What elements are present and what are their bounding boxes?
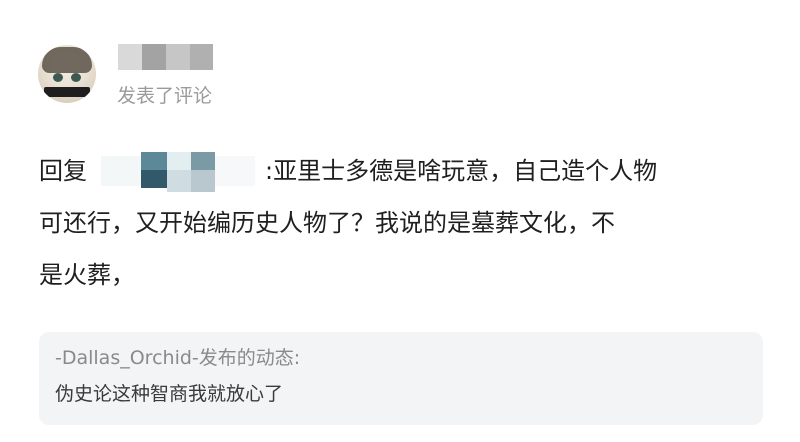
comment-card: 发表了评论 回复 :亚里士多德是啥玩意，自己造个人物 可还行，又开始编历史人物了… bbox=[0, 0, 800, 442]
mention-mosaic[interactable] bbox=[101, 152, 263, 192]
reply-content: 回复 :亚里士多德是啥玩意，自己造个人物 可还行，又开始编历史人物了？我说的是墓… bbox=[39, 145, 759, 301]
username-mosaic[interactable] bbox=[118, 44, 213, 70]
reply-line: 回复 :亚里士多德是啥玩意，自己造个人物 bbox=[39, 145, 759, 197]
action-text: 发表了评论 bbox=[117, 85, 213, 107]
reply-line: 是火葬， bbox=[39, 261, 135, 289]
quoted-post-source[interactable]: -Dallas_Orchid-发布的动态: bbox=[55, 344, 300, 372]
avatar[interactable] bbox=[38, 45, 96, 103]
quoted-post[interactable]: -Dallas_Orchid-发布的动态: 伪史论这种智商我就放心了 bbox=[39, 332, 763, 425]
reply-line: 可还行，又开始编历史人物了？我说的是墓葬文化，不 bbox=[39, 209, 615, 237]
quoted-post-body: 伪史论这种智商我就放心了 bbox=[55, 383, 284, 405]
reply-text: :亚里士多德是啥玩意，自己造个人物 bbox=[265, 157, 658, 185]
reply-prefix: 回复 bbox=[39, 157, 87, 185]
